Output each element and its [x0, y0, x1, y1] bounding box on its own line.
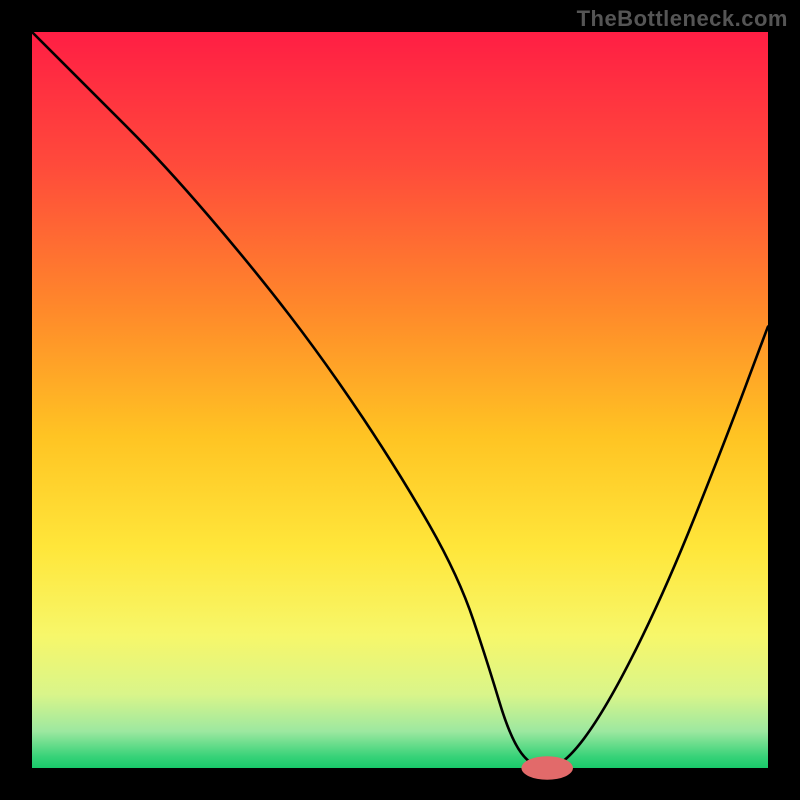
watermark-text: TheBottleneck.com — [577, 6, 788, 32]
optimal-marker — [521, 756, 573, 780]
bottleneck-chart — [0, 0, 800, 800]
chart-frame: TheBottleneck.com — [0, 0, 800, 800]
